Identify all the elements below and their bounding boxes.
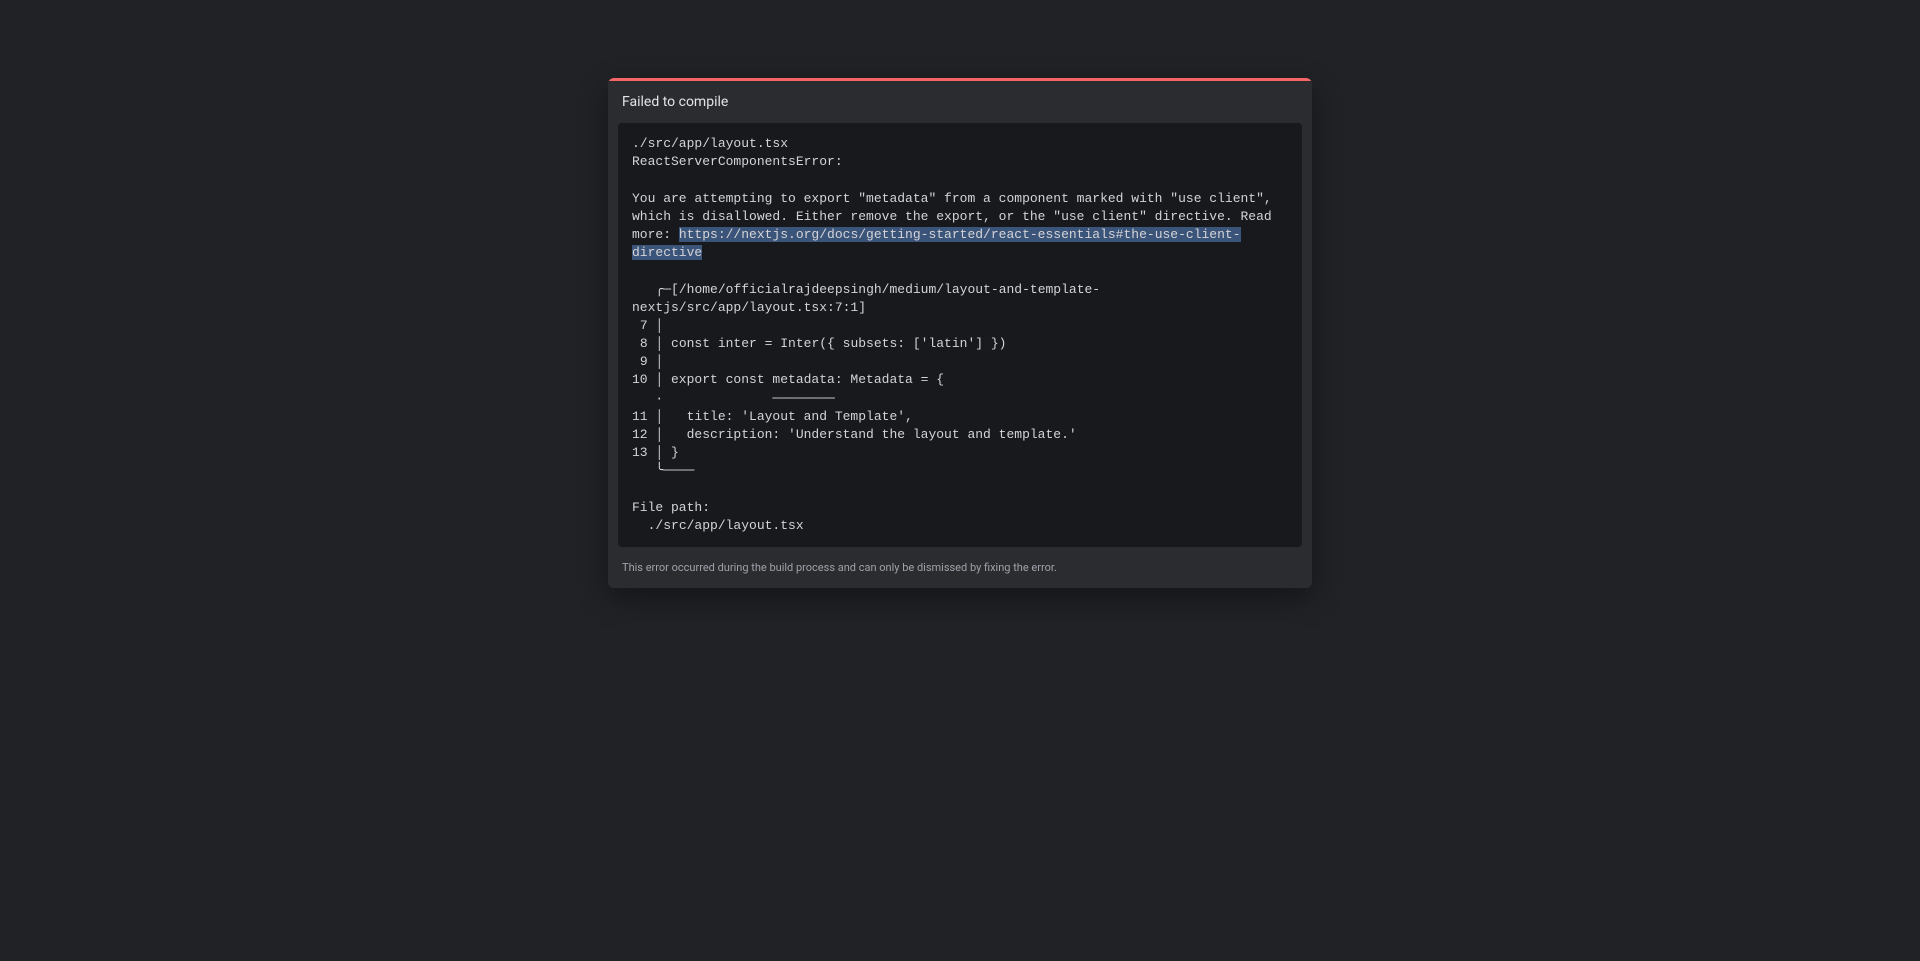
error-footer: This error occurred during the build pro… [608,557,1312,588]
error-header: Failed to compile [608,81,1312,123]
error-text-after: ╭─[/home/officialrajdeepsingh/medium/lay… [632,282,1100,533]
error-footer-text: This error occurred during the build pro… [622,561,1298,574]
error-doc-link[interactable]: https://nextjs.org/docs/getting-started/… [632,227,1241,260]
error-dialog: Failed to compile ./src/app/layout.tsx R… [608,78,1312,588]
error-title: Failed to compile [622,94,1298,110]
error-body: ./src/app/layout.tsx ReactServerComponen… [618,123,1302,547]
